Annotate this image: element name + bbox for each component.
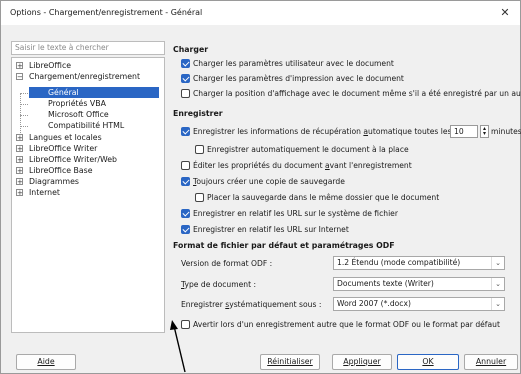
annotation-arrow-icon [170,320,186,373]
